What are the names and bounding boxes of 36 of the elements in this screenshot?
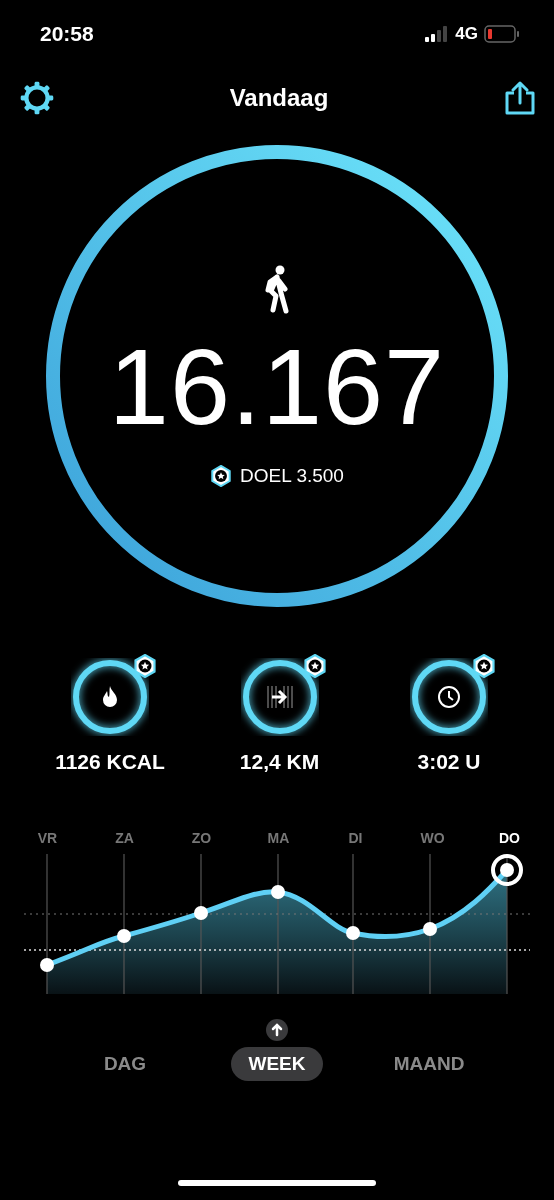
stat-value: 12,4 KM xyxy=(239,750,320,774)
day-label: DO xyxy=(499,830,520,846)
battery-icon xyxy=(484,25,520,43)
period-tab[interactable]: MAAND xyxy=(353,1047,505,1081)
data-point xyxy=(346,926,360,940)
period-tab[interactable]: DAG xyxy=(49,1047,201,1081)
day-label: MA xyxy=(267,830,290,846)
badge-icon xyxy=(133,654,157,678)
day-label: DI xyxy=(348,830,363,846)
data-point xyxy=(117,929,131,943)
status-time: 20:58 xyxy=(40,22,94,46)
day-label: VR xyxy=(37,830,58,846)
data-point xyxy=(271,885,285,899)
selected-data-point xyxy=(491,854,523,886)
day-label: ZA xyxy=(115,830,134,846)
stat-value: 3:02 U xyxy=(417,750,481,774)
distance-icon xyxy=(266,685,293,709)
badge-icon xyxy=(210,465,233,487)
share-icon[interactable] xyxy=(504,81,536,115)
data-point xyxy=(40,958,54,972)
goal-label: DOEL 3.500 xyxy=(240,465,344,487)
badge-icon xyxy=(472,654,496,678)
step-count: 16.167 xyxy=(108,333,446,441)
clock-icon xyxy=(437,685,461,709)
screen-title: Vandaag xyxy=(229,84,329,112)
data-point xyxy=(423,922,437,936)
network-label: 4G xyxy=(455,24,478,44)
flame-icon xyxy=(101,685,119,709)
settings-icon[interactable] xyxy=(20,81,54,115)
signal-icon xyxy=(425,26,450,42)
stat-value: 1126 KCAL xyxy=(55,750,165,774)
day-label: WO xyxy=(420,830,445,846)
badge-icon xyxy=(302,654,327,678)
day-label: ZO xyxy=(191,830,212,846)
period-tab[interactable]: WEEK xyxy=(231,1047,323,1081)
data-point xyxy=(194,906,208,920)
